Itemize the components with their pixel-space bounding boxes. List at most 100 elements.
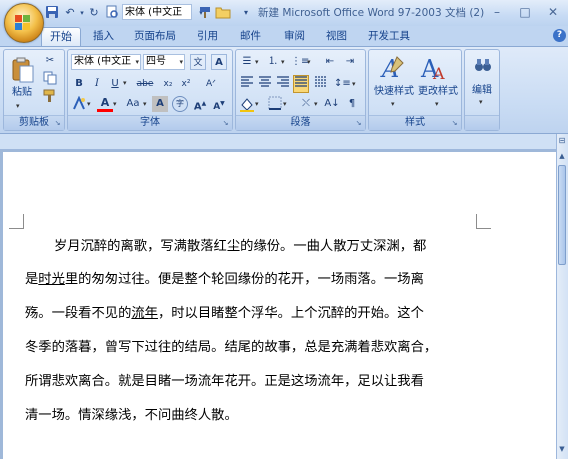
tab-references[interactable]: 引用 bbox=[197, 29, 218, 44]
paste-button[interactable]: 粘贴 bbox=[8, 84, 36, 101]
scroll-thumb[interactable] bbox=[558, 165, 566, 265]
multilevel-dropdown-icon[interactable]: ▾ bbox=[307, 58, 311, 66]
document-line: 清一场。情深缘浅，不问曲终人散。 bbox=[25, 407, 238, 425]
tab-developer[interactable]: 开发工具 bbox=[368, 29, 410, 44]
print-preview-icon[interactable] bbox=[104, 5, 120, 21]
superscript-button[interactable]: x² bbox=[178, 76, 194, 92]
quick-styles-dropdown-icon[interactable]: ▾ bbox=[391, 100, 395, 108]
subscript-button[interactable]: x₂ bbox=[160, 76, 176, 92]
office-button[interactable] bbox=[4, 3, 44, 43]
format-painter-quick-icon[interactable] bbox=[197, 5, 213, 21]
font-size-combo[interactable]: 四号 ▾ bbox=[143, 54, 185, 70]
quick-font-combo[interactable]: 宋体 (中文正 bbox=[122, 4, 192, 20]
shading-icon[interactable] bbox=[239, 96, 255, 112]
font-color-dropdown-icon[interactable]: ▾ bbox=[113, 100, 117, 108]
styles-launcher-icon[interactable]: ↘ bbox=[450, 119, 459, 128]
text-effects-icon[interactable] bbox=[71, 95, 87, 112]
customize-toolbar-icon[interactable]: ▾ bbox=[238, 5, 254, 21]
tab-view[interactable]: 视图 bbox=[326, 29, 347, 44]
minimize-button[interactable]: – bbox=[486, 3, 508, 21]
shrink-font-button[interactable]: A▼ bbox=[211, 96, 227, 112]
text-run: ，时以目睹整个浮华。上个沉醉的开始。这个 bbox=[157, 306, 424, 321]
change-case-button[interactable]: Aa bbox=[123, 96, 143, 112]
character-shading-icon[interactable]: A bbox=[152, 96, 168, 112]
increase-indent-icon[interactable]: ⇥ bbox=[342, 54, 358, 70]
styles-group-label: 样式 bbox=[369, 115, 461, 130]
close-button[interactable]: ✕ bbox=[542, 3, 564, 21]
change-styles-icon[interactable]: AA bbox=[419, 53, 449, 83]
scroll-down-icon[interactable]: ▼ bbox=[557, 445, 567, 457]
grow-font-letter: A bbox=[193, 101, 202, 113]
font-name-value: 宋体 (中文正 bbox=[74, 56, 132, 67]
open-folder-icon[interactable] bbox=[215, 5, 231, 21]
text-run: 殇。一段看不见的 bbox=[25, 306, 132, 321]
document-line: 是时光里的匆匆过往。便是整个轮回缘份的花开，一场雨落。一场离 bbox=[25, 271, 424, 289]
copy-icon[interactable] bbox=[42, 71, 58, 87]
tab-insert[interactable]: 插入 bbox=[93, 29, 114, 44]
editing-dropdown-icon[interactable]: ▾ bbox=[479, 98, 483, 106]
save-icon[interactable] bbox=[44, 5, 60, 21]
underline-button[interactable]: U bbox=[107, 76, 123, 92]
paste-dropdown-icon[interactable]: ▾ bbox=[16, 102, 20, 110]
tab-mailings[interactable]: 邮件 bbox=[240, 29, 261, 44]
align-right-icon[interactable] bbox=[275, 76, 291, 92]
quick-styles-icon[interactable]: A bbox=[379, 53, 407, 83]
line-spacing-dropdown-icon[interactable]: ▾ bbox=[352, 80, 356, 88]
clipboard-launcher-icon[interactable]: ↘ bbox=[53, 119, 62, 128]
numbering-dropdown-icon[interactable]: ▾ bbox=[281, 58, 285, 66]
tab-page-layout[interactable]: 页面布局 bbox=[134, 29, 176, 44]
align-left-icon[interactable] bbox=[239, 76, 255, 92]
binoculars-icon[interactable] bbox=[473, 55, 493, 75]
chinese-layout-icon[interactable]: ⤬ bbox=[298, 96, 314, 112]
line-spacing-icon[interactable]: ↕≡ bbox=[334, 76, 351, 92]
font-launcher-icon[interactable]: ↘ bbox=[221, 119, 230, 128]
clear-formatting-icon[interactable]: Aᐟ bbox=[203, 76, 219, 92]
sort-icon[interactable]: A↓ bbox=[324, 96, 340, 112]
ruler-toggle-icon[interactable]: ⊟ bbox=[557, 136, 567, 148]
quick-styles-button[interactable]: 快速样式 bbox=[372, 83, 416, 100]
change-styles-button[interactable]: 更改样式 bbox=[416, 83, 460, 100]
chinese-layout-dropdown-icon[interactable]: ▾ bbox=[314, 100, 318, 108]
grow-font-button[interactable]: A▲ bbox=[192, 96, 208, 112]
character-border-icon[interactable]: A bbox=[211, 54, 227, 70]
format-painter-icon[interactable] bbox=[42, 89, 58, 105]
help-icon[interactable]: ? bbox=[553, 29, 566, 42]
change-case-dropdown-icon[interactable]: ▾ bbox=[143, 100, 147, 108]
underline-dropdown-icon[interactable]: ▾ bbox=[123, 79, 127, 87]
enclose-characters-icon[interactable]: 字 bbox=[172, 96, 188, 112]
redo-icon[interactable]: ↻ bbox=[86, 5, 102, 21]
editing-button[interactable]: 编辑 bbox=[465, 82, 499, 99]
paste-icon[interactable] bbox=[10, 56, 36, 84]
bullets-dropdown-icon[interactable]: ▾ bbox=[255, 58, 259, 66]
font-name-combo[interactable]: 宋体 (中文正 ▾ bbox=[71, 54, 141, 70]
borders-icon[interactable] bbox=[267, 96, 283, 112]
text-run: 冬季的落暮，曾写下过往的结局。结尾的故事，总是充满着悲欢离合， bbox=[25, 340, 438, 355]
tab-review[interactable]: 审阅 bbox=[284, 29, 305, 44]
tab-home[interactable]: 开始 bbox=[41, 27, 81, 46]
underlined-word: 流年 bbox=[131, 306, 158, 321]
phonetic-guide-icon[interactable]: 文 bbox=[190, 54, 206, 70]
change-styles-dropdown-icon[interactable]: ▾ bbox=[435, 100, 439, 108]
scroll-up-icon[interactable]: ▲ bbox=[557, 152, 567, 164]
shading-dropdown-icon[interactable]: ▾ bbox=[255, 100, 259, 108]
bold-button[interactable]: B bbox=[71, 76, 87, 92]
distributed-icon[interactable] bbox=[313, 76, 329, 92]
align-center-icon[interactable] bbox=[257, 76, 273, 92]
font-color-icon[interactable]: A bbox=[97, 96, 113, 112]
bullets-icon[interactable]: ☰ bbox=[239, 54, 255, 70]
numbering-icon[interactable]: ⒈ bbox=[265, 54, 281, 70]
paragraph-launcher-icon[interactable]: ↘ bbox=[354, 119, 363, 128]
borders-dropdown-icon[interactable]: ▾ bbox=[283, 100, 287, 108]
italic-button[interactable]: I bbox=[89, 76, 105, 92]
document-line: 殇。一段看不见的流年，时以目睹整个浮华。上个沉醉的开始。这个 bbox=[25, 305, 424, 323]
multilevel-list-icon[interactable]: ⋮≡ bbox=[291, 54, 309, 70]
cut-icon[interactable]: ✂ bbox=[42, 53, 58, 69]
justify-icon[interactable] bbox=[293, 75, 309, 93]
text-run: 里的匆匆过往。便是整个轮回缘份的花开，一场雨落。一场离 bbox=[64, 272, 424, 287]
maximize-button[interactable]: □ bbox=[514, 3, 536, 21]
show-marks-icon[interactable]: ¶ bbox=[344, 96, 360, 112]
font-group: 宋体 (中文正 ▾ 四号 ▾ 文 A B I U ▾ abe x₂ x² Aᐟ ▾ … bbox=[67, 49, 233, 131]
strikethrough-button[interactable]: abe bbox=[134, 76, 156, 92]
text-effects-dropdown-icon[interactable]: ▾ bbox=[87, 100, 91, 108]
decrease-indent-icon[interactable]: ⇤ bbox=[322, 54, 338, 70]
